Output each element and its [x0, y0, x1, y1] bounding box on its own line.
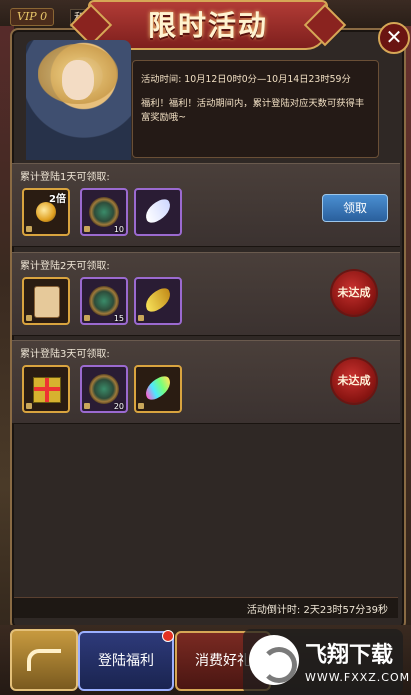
notification-dot	[162, 630, 174, 642]
exp-potion-icon[interactable]: 2倍	[22, 188, 70, 236]
watermark-logo-icon	[249, 635, 299, 685]
watermark-url: WWW.FXXZ.COM	[305, 671, 411, 684]
activity-info-box: 活动时间: 10月12日0时0分—10月14日23时59分 福利！福利！活动期间…	[132, 60, 379, 158]
item-count: 10	[113, 225, 124, 234]
vip-badge[interactable]: VIP 0	[10, 8, 55, 26]
treasure-bag-icon[interactable]: 15	[80, 277, 128, 325]
portrait-face	[62, 60, 94, 100]
countdown-text: 活动倒计时: 2天23时57分39秒	[246, 605, 388, 616]
reward-row-day1: 累计登陆1天可领取: 2倍 10 领取	[12, 163, 400, 247]
watermark-title: 飞翔下载	[305, 643, 394, 668]
white-feather-icon[interactable]	[134, 188, 182, 236]
potion-graphic	[36, 202, 56, 222]
rainbow-feather-icon[interactable]	[134, 365, 182, 413]
lock-icon	[84, 315, 90, 321]
treasure-bag-icon[interactable]: 20	[80, 365, 128, 413]
lock-icon	[84, 226, 90, 232]
back-button[interactable]	[10, 629, 78, 691]
activity-description: 福利！福利！活动期间内，累计登陆对应天数可获得丰富奖励哦~	[141, 98, 365, 123]
feather-graphic	[141, 285, 175, 315]
bag-graphic	[89, 374, 119, 404]
claim-button[interactable]: 领取	[322, 194, 388, 222]
item-count: 15	[113, 314, 124, 323]
reward-row-day2: 累计登陆2天可领取: 15 未达成	[12, 252, 400, 336]
watermark: 飞翔下载 WWW.FXXZ.COM	[243, 629, 409, 695]
reward-row-label: 累计登陆1天可领取:	[20, 172, 110, 183]
not-achieved-seal: 未达成	[332, 359, 376, 403]
scroll-icon[interactable]	[22, 277, 70, 325]
back-arrow-icon	[27, 649, 61, 671]
gift-box-icon[interactable]	[22, 365, 70, 413]
character-portrait	[26, 40, 131, 160]
reward-row-day3: 累计登陆3天可领取: 20 未达成	[12, 340, 400, 424]
lock-icon	[26, 315, 32, 321]
lock-icon	[26, 226, 32, 232]
feather-graphic	[141, 196, 175, 226]
scroll-graphic	[34, 286, 60, 318]
bag-graphic	[89, 197, 119, 227]
lock-icon	[26, 403, 32, 409]
not-achieved-seal: 未达成	[332, 271, 376, 315]
close-icon[interactable]: ✕	[378, 22, 410, 54]
double-tag: 2倍	[49, 194, 66, 205]
lock-icon	[138, 403, 144, 409]
bag-graphic	[89, 286, 119, 316]
treasure-bag-icon[interactable]: 10	[80, 188, 128, 236]
gold-feather-icon[interactable]	[134, 277, 182, 325]
lock-icon	[84, 403, 90, 409]
lock-icon	[138, 315, 144, 321]
reward-row-label: 累计登陆2天可领取:	[20, 261, 110, 272]
reward-row-label: 累计登陆3天可领取:	[20, 349, 110, 360]
activity-time: 活动时间: 10月12日0时0分—10月14日23时59分	[141, 74, 351, 85]
gift-graphic	[33, 377, 61, 403]
feather-graphic	[141, 373, 175, 403]
item-count: 20	[113, 402, 124, 411]
countdown-bar: 活动倒计时: 2天23时57分39秒	[14, 597, 398, 618]
page-title: 限时活动	[147, 9, 268, 42]
tab-login-welfare[interactable]: 登陆福利	[78, 631, 174, 691]
